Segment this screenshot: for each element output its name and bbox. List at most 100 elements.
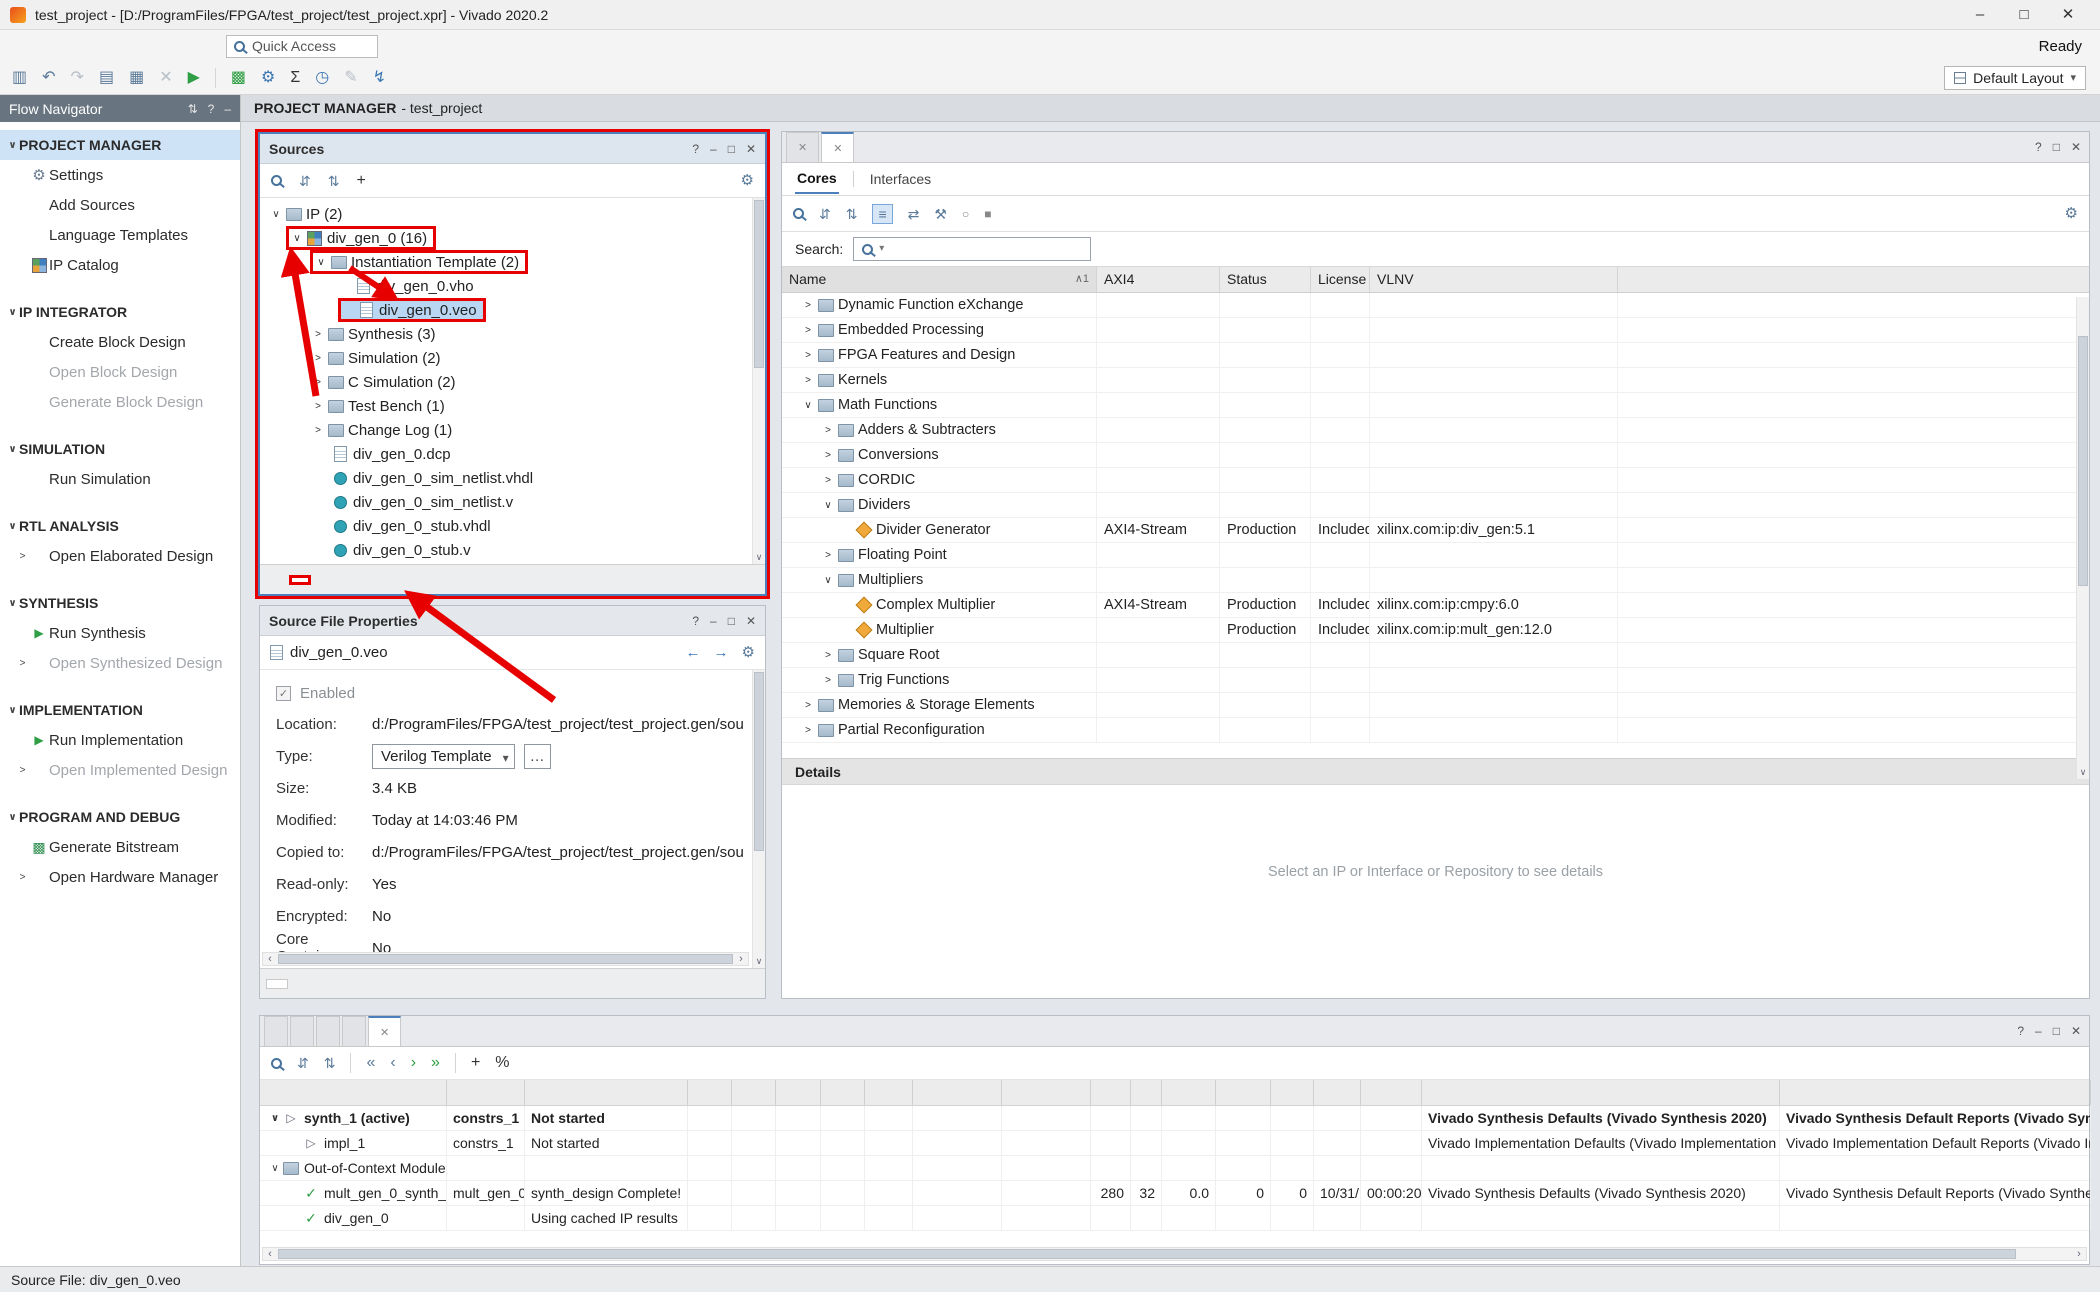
- scroll-left-icon[interactable]: [263, 1248, 277, 1260]
- flow-navigator-item[interactable]: > Open Synthesized Design: [0, 648, 240, 678]
- expand-arrow-icon[interactable]: >: [800, 700, 816, 711]
- help-icon[interactable]: [208, 103, 215, 115]
- menu-item[interactable]: [118, 41, 140, 51]
- catalog-row[interactable]: > Embedded Processing: [782, 318, 2089, 343]
- expand-arrow-icon[interactable]: >: [310, 329, 326, 340]
- tree-item[interactable]: div_gen_0_sim_netlist.v: [260, 490, 765, 514]
- bottom-tab[interactable]: [316, 1016, 340, 1046]
- scrollbar-thumb[interactable]: [278, 1249, 2016, 1259]
- catalog-vertical-scrollbar[interactable]: [2076, 297, 2089, 779]
- catalog-row[interactable]: > Adders & Subtracters: [782, 418, 2089, 443]
- tree-item[interactable]: ∨ div_gen_0 (16): [260, 226, 765, 250]
- open-project-icon[interactable]: [12, 70, 27, 86]
- expand-arrow-icon[interactable]: ∨: [820, 575, 836, 586]
- expand-arrow-icon[interactable]: >: [310, 377, 326, 388]
- tree-item[interactable]: > Test Bench (1): [260, 394, 765, 418]
- expand-arrow-icon[interactable]: ∨: [289, 233, 305, 244]
- expand-arrow-icon[interactable]: >: [310, 353, 326, 364]
- flow-navigator-item[interactable]: Run Implementation: [0, 725, 240, 755]
- catalog-row[interactable]: Complex Multiplier AXI4-Stream Productio…: [782, 593, 2089, 618]
- help-icon[interactable]: [692, 615, 699, 627]
- expand-arrow-icon[interactable]: >: [820, 450, 836, 461]
- last-step-icon[interactable]: [431, 1055, 440, 1071]
- expand-arrow-icon[interactable]: ∨: [268, 1106, 282, 1130]
- tree-item[interactable]: div_gen_0.veo: [260, 298, 765, 322]
- expand-arrow-icon[interactable]: >: [800, 350, 816, 361]
- scrollbar-thumb[interactable]: [2078, 336, 2088, 587]
- tree-item[interactable]: div_gen_0_stub.v: [260, 538, 765, 562]
- expand-all-icon[interactable]: [324, 1056, 336, 1070]
- float-icon[interactable]: [728, 615, 735, 627]
- runs-column-header[interactable]: [1271, 1080, 1314, 1105]
- property-value[interactable]: d:/ProgramFiles/FPGA/test_project/test_p…: [372, 844, 744, 861]
- float-icon[interactable]: [2053, 141, 2060, 153]
- flow-navigator-item[interactable]: Open Block Design: [0, 357, 240, 387]
- float-icon[interactable]: [728, 143, 735, 155]
- runs-column-header[interactable]: [1216, 1080, 1271, 1105]
- property-value[interactable]: 3.4 KB: [372, 780, 417, 797]
- run-row[interactable]: impl_1 constrs_1 Not started: [260, 1131, 2089, 1156]
- group-by-category-icon[interactable]: [872, 204, 892, 224]
- menu-item[interactable]: [30, 41, 52, 51]
- help-icon[interactable]: [2035, 141, 2042, 153]
- catalog-row[interactable]: > FPGA Features and Design: [782, 343, 2089, 368]
- catalog-row[interactable]: > Trig Functions: [782, 668, 2089, 693]
- property-value[interactable]: Yes: [372, 876, 396, 893]
- expand-arrow-icon[interactable]: >: [310, 425, 326, 436]
- flow-navigator-item[interactable]: Language Templates: [0, 220, 240, 250]
- runs-column-header[interactable]: [776, 1080, 821, 1105]
- scrollbar-thumb[interactable]: [278, 954, 733, 964]
- next-step-icon[interactable]: [411, 1055, 416, 1071]
- tree-item[interactable]: ∨ IP (2): [260, 202, 765, 226]
- tree-item[interactable]: div_gen_0_stub.vhdl: [260, 514, 765, 538]
- flow-navigator-item[interactable]: IP Catalog: [0, 250, 240, 280]
- flow-navigator-item[interactable]: Generate Bitstream: [0, 832, 240, 862]
- create-run-icon[interactable]: [471, 1055, 480, 1071]
- runs-column-header[interactable]: [260, 1080, 447, 1105]
- minimize-icon[interactable]: [710, 615, 717, 627]
- menu-item[interactable]: [96, 41, 118, 51]
- catalog-row[interactable]: ∨ Multipliers: [782, 568, 2089, 593]
- scroll-down-icon[interactable]: [753, 553, 765, 562]
- menu-item[interactable]: [8, 41, 30, 51]
- catalog-row[interactable]: > Memories & Storage Elements: [782, 693, 2089, 718]
- runs-column-header[interactable]: [1131, 1080, 1162, 1105]
- catalog-row[interactable]: > Conversions: [782, 443, 2089, 468]
- previous-step-icon[interactable]: [390, 1055, 395, 1071]
- runs-column-header[interactable]: [1002, 1080, 1091, 1105]
- customize-icon[interactable]: [373, 70, 386, 86]
- layout-selector[interactable]: Default Layout: [1944, 66, 2086, 90]
- expand-arrow-icon[interactable]: >: [820, 650, 836, 661]
- collapse-all-icon[interactable]: [819, 207, 831, 221]
- properties-vertical-scrollbar[interactable]: [752, 670, 765, 968]
- runs-column-header[interactable]: [865, 1080, 913, 1105]
- redo-icon[interactable]: [71, 70, 84, 86]
- scroll-right-icon[interactable]: [2072, 1248, 2086, 1260]
- expand-all-icon[interactable]: [328, 174, 340, 188]
- property-value[interactable]: No: [372, 908, 391, 925]
- runs-horizontal-scrollbar[interactable]: [262, 1247, 2087, 1261]
- runs-column-header[interactable]: [913, 1080, 1002, 1105]
- menu-item[interactable]: [140, 41, 162, 51]
- save-icon[interactable]: [99, 70, 114, 86]
- close-icon[interactable]: [746, 143, 756, 155]
- expand-arrow-icon[interactable]: >: [310, 401, 326, 412]
- catalog-row[interactable]: > Kernels: [782, 368, 2089, 393]
- scrollbar-thumb[interactable]: [754, 672, 764, 851]
- flow-navigator-item[interactable]: > Open Hardware Manager: [0, 862, 240, 892]
- tree-item[interactable]: > Synthesis (3): [260, 322, 765, 346]
- sources-vertical-scrollbar[interactable]: [752, 198, 765, 564]
- runs-column-header[interactable]: [525, 1080, 688, 1105]
- add-sources-icon[interactable]: [356, 173, 365, 189]
- properties-tab[interactable]: [266, 979, 288, 989]
- percentage-icon[interactable]: [495, 1055, 509, 1071]
- scrollbar-thumb[interactable]: [754, 200, 764, 368]
- copy-icon[interactable]: [129, 70, 144, 86]
- run-row[interactable]: ∨ synth_1 (active) constrs_1 Not started: [260, 1106, 2089, 1131]
- flow-navigator-item[interactable]: ∨ IMPLEMENTATION: [0, 695, 240, 725]
- tree-item[interactable]: > Simulation (2): [260, 346, 765, 370]
- expand-arrow-icon[interactable]: >: [800, 375, 816, 386]
- runs-column-header[interactable]: [1091, 1080, 1131, 1105]
- column-header-license[interactable]: License: [1311, 267, 1370, 292]
- enabled-checkbox[interactable]: [276, 686, 291, 701]
